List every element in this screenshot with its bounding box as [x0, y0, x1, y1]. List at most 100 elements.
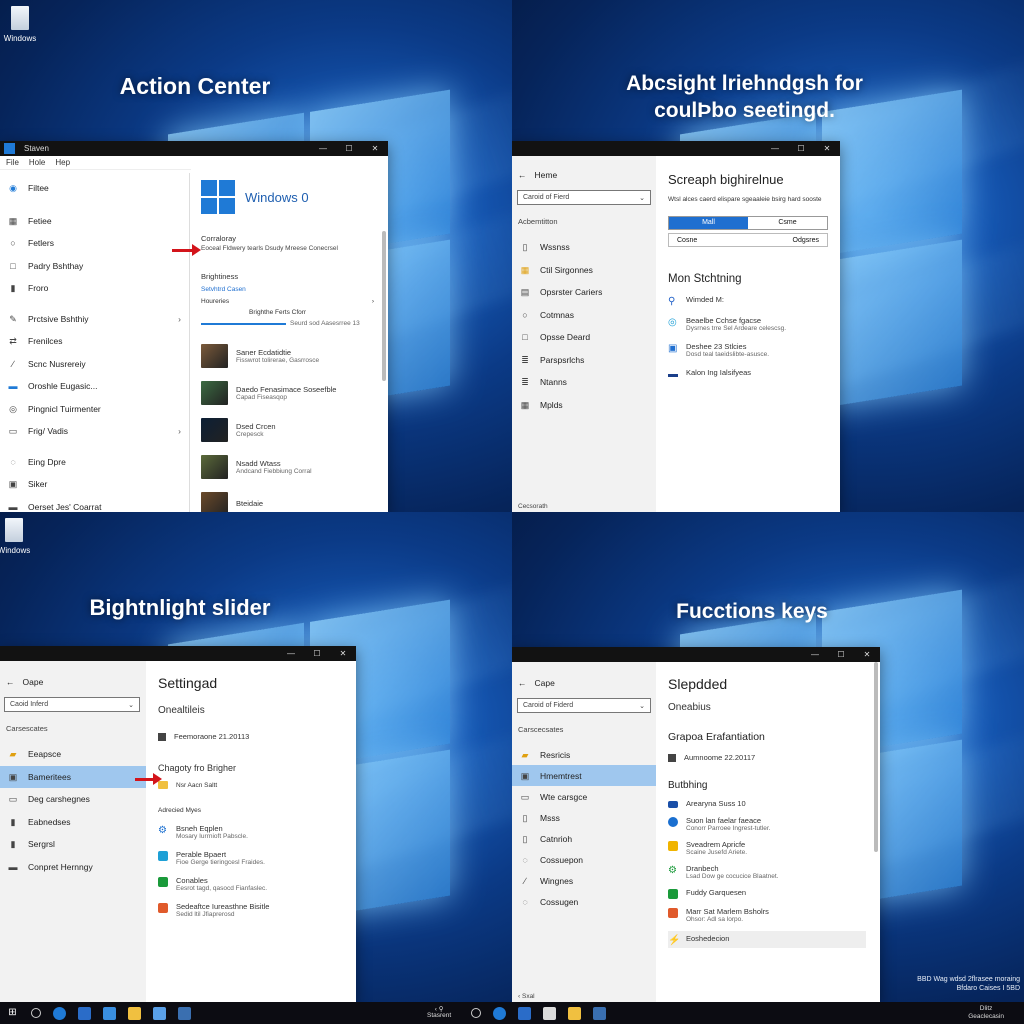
search-input[interactable]: Caroid of Fierd ⌄ [517, 190, 651, 205]
nav-item[interactable]: ▣ Siker [0, 473, 189, 496]
nav-item[interactable]: □ Opsse Deard [512, 326, 656, 349]
nav-item[interactable]: ▬ Oroshle Eugasic... [0, 375, 189, 398]
setting-item[interactable]: Perable Bpaert Fioe Gerge tieringcesl Fra… [158, 850, 356, 866]
nav-item[interactable]: ○ Fetlers [0, 232, 189, 255]
nav-item[interactable]: ◌ Eing Dpre [0, 451, 189, 474]
nav-item[interactable]: ▯ Wssnss [512, 236, 656, 259]
list-item[interactable]: Bteidaie [201, 485, 388, 512]
option-row[interactable]: Nsr Aacn Saltt [158, 781, 356, 789]
nav-item[interactable]: ◉ Filtee [0, 177, 189, 200]
brightness-slider[interactable]: Seurd sod Aasesrree 13 [201, 320, 388, 327]
nav-item[interactable]: ▯ Msss [512, 807, 656, 828]
back-button[interactable]: ← Oape [0, 669, 146, 695]
menu-file[interactable]: File [6, 158, 19, 167]
nav-item[interactable]: ≣ Parspsrlchs [512, 349, 656, 372]
setting-item[interactable]: Conables Eesrot tagd, qasocd Fianfaslec. [158, 876, 356, 892]
slider-track[interactable] [201, 322, 286, 325]
taskbar-item[interactable]: ‹ ⚲ Stasrent [427, 1006, 451, 1020]
settings-link[interactable]: Setvhtrd Casen [201, 286, 388, 293]
folder-icon[interactable] [518, 1006, 532, 1020]
search-icon[interactable] [31, 1008, 41, 1018]
mail-icon[interactable] [128, 1006, 141, 1020]
store-icon[interactable] [543, 1006, 557, 1020]
scrollbar[interactable] [382, 231, 386, 381]
list-item[interactable]: Daedo Fenasimace Soseefble Capad Fiseasqo… [201, 374, 388, 411]
setting-item[interactable]: ⚙ Dranbech Lsad Dow ge cocucice Blaatnet. [668, 864, 880, 880]
menu-hole[interactable]: Hole [29, 158, 45, 167]
nav-item[interactable]: ▦ Fetiee [0, 210, 189, 233]
toggle-on-button[interactable]: Mall [669, 217, 748, 230]
dropdown-field[interactable]: Cosne Odgsres [668, 233, 828, 248]
setting-item[interactable]: Suon lan faelar faeace Conorr Parroee Ing… [668, 816, 880, 832]
setting-item[interactable]: Sveadrem Apricfe Scaine Jusefd Ariete. [668, 840, 880, 856]
nav-item-selected[interactable]: ▣ Hmemtrest [512, 765, 656, 786]
nav-item[interactable]: ◌ Cossuepon [512, 849, 656, 870]
list-item[interactable]: Nsadd Wtass Andcand Fiebbiung Corral [201, 448, 388, 485]
nav-item[interactable]: ≣ Ntanns [512, 371, 656, 394]
search-input[interactable]: Caoid Inferd ⌄ [4, 697, 140, 712]
nav-item[interactable]: ▭ Frig/ Vadis › [0, 420, 189, 443]
desktop-icon[interactable]: Windows [0, 6, 40, 50]
setting-item[interactable]: ◎ Beaelbe Cchse fgacse Dysrnes trre Sel Ar… [668, 316, 828, 332]
folder-icon[interactable] [78, 1006, 91, 1020]
nav-item[interactable]: ◌ Cossugen [512, 891, 656, 912]
minimize-button[interactable]: — [310, 144, 336, 153]
nav-item[interactable]: ◎ Pingnicl Tuirmenter [0, 398, 189, 421]
minimize-button[interactable]: — [802, 650, 828, 659]
nav-item[interactable]: ∕ Scnc Nusrereiy [0, 353, 189, 376]
menu-help[interactable]: Hep [55, 158, 70, 167]
scrollbar[interactable] [874, 662, 878, 852]
subgroup-row[interactable]: Houreries › [201, 298, 388, 305]
nav-item[interactable]: ▬ Conpret Hernngy [0, 856, 146, 879]
setting-item[interactable]: ⚲ Wimded M: [668, 295, 828, 307]
nav-item[interactable]: ▮ Froro [0, 277, 189, 300]
nav-item[interactable]: ▰ Resricis [512, 744, 656, 765]
store-icon[interactable] [103, 1006, 116, 1020]
list-item[interactable]: Dsed Crcen Crepesck [201, 411, 388, 448]
nav-item[interactable]: ▮ Sergrsl [0, 833, 146, 856]
nav-item[interactable]: ▰ Eeapsce [0, 743, 146, 766]
search-icon[interactable] [471, 1008, 482, 1018]
list-item[interactable]: Saner Ecdatidtie Fisswrot tolirerae, Gasr… [201, 337, 388, 374]
setting-item[interactable]: ⚙ Bsneh Eqplen Mosary Iurrnioft Pabscle. [158, 824, 356, 840]
back-button[interactable]: ← Heme [512, 162, 656, 188]
maximize-button[interactable]: ☐ [788, 144, 814, 153]
maximize-button[interactable]: ☐ [828, 650, 854, 659]
nav-item-selected[interactable]: ▣ Bameritees [0, 765, 146, 788]
nav-item[interactable]: □ Padry Bshthay [0, 255, 189, 278]
start-icon[interactable]: ⊞ [6, 1007, 19, 1020]
nav-item[interactable]: ▭ Deg carshegnes [0, 788, 146, 811]
nav-item[interactable]: ▬ Oerset Jes' Coarrat [0, 496, 189, 513]
nav-item[interactable]: ▦ Ctil Sirgonnes [512, 259, 656, 282]
edge-icon[interactable] [493, 1006, 507, 1020]
system-tray[interactable]: Dlitz Geaclecasin [968, 1005, 1004, 1021]
close-button[interactable]: ✕ [814, 144, 840, 153]
setting-item[interactable]: ▬ Kalon Ing Ialsifyeas [668, 368, 828, 380]
nav-item[interactable]: ∕ Wingnes [512, 870, 656, 891]
nav-item[interactable]: ○ Cotmnas [512, 304, 656, 327]
minimize-button[interactable]: — [762, 144, 788, 153]
setting-item[interactable]: ▣ Deshee 23 Stlcies Dosd teal taeidslibte-… [668, 342, 828, 358]
settings-icon[interactable] [178, 1006, 191, 1020]
nav-item[interactable]: ▤ Opsrster Cariers [512, 281, 656, 304]
close-button[interactable]: ✕ [854, 650, 880, 659]
edge-icon[interactable] [53, 1006, 66, 1020]
setting-item[interactable]: Fuddy Garquesen [668, 888, 880, 899]
close-button[interactable]: ✕ [362, 144, 388, 153]
photos-icon[interactable] [153, 1006, 166, 1020]
maximize-button[interactable]: ☐ [336, 144, 362, 153]
back-button[interactable]: ← Cape [512, 670, 656, 696]
nav-item[interactable]: ▯ Catnrioh [512, 828, 656, 849]
minimize-button[interactable]: — [278, 649, 304, 658]
nav-item[interactable]: ▮ Eabnedses [0, 811, 146, 834]
maximize-button[interactable]: ☐ [304, 649, 330, 658]
nav-item[interactable]: ⇄ Frenilces [0, 330, 189, 353]
setting-item[interactable]: ⚡ Eoshedecion [668, 931, 866, 948]
settings-icon[interactable] [593, 1006, 607, 1020]
close-button[interactable]: ✕ [330, 649, 356, 658]
nav-item[interactable]: ▭ Wte carsgce [512, 786, 656, 807]
group-description[interactable]: Eoceal Fldwery tearls Dsudy Mreese Conec… [201, 245, 388, 252]
mail-icon[interactable] [568, 1006, 582, 1020]
search-input[interactable]: Caroid of Fiderd ⌄ [517, 698, 651, 713]
nav-item[interactable]: ✎ Prctsive Bshthiy › [0, 308, 189, 331]
